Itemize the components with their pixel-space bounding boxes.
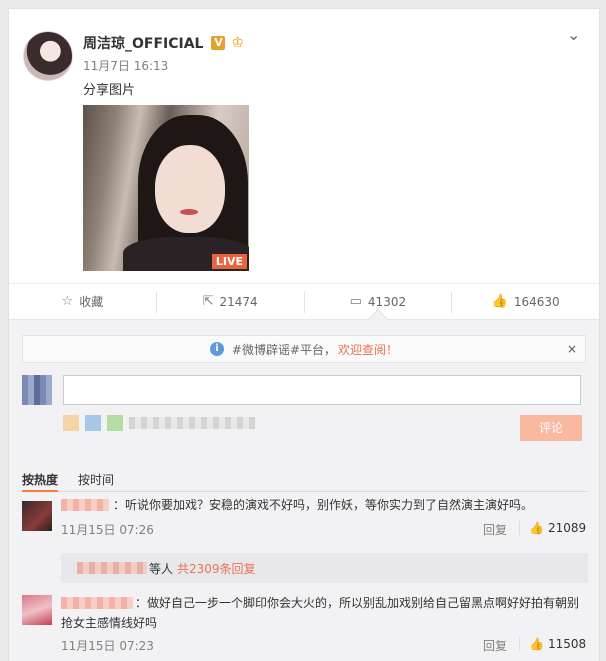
comment-time: 11月15日 07:23 [61,639,154,653]
author-name-row: 周洁琼_OFFICIAL V ♔ [83,33,244,53]
sub-reply-suffix: 等人 [149,561,174,576]
emoji-icon[interactable] [63,415,79,431]
tab-sort-time[interactable]: 按时间 [78,471,114,488]
comment-time: 11月15日 07:26 [61,523,154,537]
submit-comment-button[interactable]: 评论 [520,415,582,441]
favorite-button[interactable]: ☆ 收藏 [9,290,157,313]
weibo-post-card: 周洁琼_OFFICIAL V ♔ ⌄ 11月7日 16:13 分享图片 LIVE… [8,8,600,661]
verified-v-icon: V [211,36,226,50]
topic-icon[interactable] [107,415,123,431]
comment-sort-tabs: 按热度 按时间 [22,471,114,488]
repost-button[interactable]: ⇱ 21474 [157,290,305,313]
comment-text: ：做好自己一步一个脚印你会大火的，所以别乱加戏别给自己留黑点啊好好拍有朝别 [135,596,580,610]
close-icon[interactable]: × [567,342,577,356]
comment-like-button[interactable]: 👍 11508 [529,637,586,651]
tab-sort-hot[interactable]: 按热度 [22,471,58,488]
like-button[interactable]: 👍 164630 [452,291,599,313]
comment-avatar[interactable] [22,595,52,625]
rumor-notice-bar: i #微博辟谣#平台， 欢迎查阅！ × [22,335,586,363]
comment-count: 41302 [367,294,407,309]
comment-reply-button[interactable]: 回复 [483,521,507,538]
thumbs-up-icon: 👍 [529,637,544,651]
info-icon: i [209,342,224,356]
comment-text-continued: 抢女主感情线好吗 [61,616,158,630]
sub-reply-summary: 等人 共2309条回复 [61,553,588,583]
comment-text: ：听说你要加戏？安稳的演戏不好吗，别作妖，等你实力到了自然演主演好吗。 [113,498,534,512]
favorite-label: 收藏 [79,295,104,309]
notice-link[interactable]: 欢迎查阅！ [338,341,398,358]
chevron-down-icon[interactable]: ⌄ [567,25,580,44]
post-photo[interactable]: LIVE [83,105,249,271]
author-name[interactable]: 周洁琼_OFFICIAL [83,33,203,53]
post-time[interactable]: 11月7日 16:13 [83,57,168,74]
comment-author[interactable] [61,597,133,609]
thumbs-up-icon: 👍 [491,294,508,309]
live-badge: LIVE [211,254,247,269]
active-tab-indicator [22,490,58,492]
action-bar: ☆ 收藏 ⇱ 21474 ▭ 41302 👍 164630 [9,283,599,319]
comment-like-button[interactable]: 👍 21089 [529,521,586,535]
my-avatar [22,375,52,405]
notice-text: #微博辟谣#平台， [231,342,337,357]
image-icon[interactable] [85,415,101,431]
sub-reply-authors[interactable] [77,562,147,574]
comment-divider [519,637,520,651]
comment-avatar[interactable] [22,501,52,531]
thumbs-up-icon: 👍 [529,521,544,535]
like-count: 164630 [513,294,560,309]
comment-reply-button[interactable]: 回复 [483,637,507,654]
repost-count: 21474 [219,294,258,309]
photo-lips [180,209,198,215]
comment-divider [519,521,520,535]
comment-input[interactable] [63,375,581,405]
sub-reply-link[interactable]: 共2309条回复 [177,560,256,577]
post-text: 分享图片 [83,83,136,98]
author-avatar[interactable] [23,31,73,81]
sort-divider [22,491,588,492]
comment-like-count: 11508 [547,637,587,651]
share-icon: ⇱ [202,294,214,309]
star-icon: ☆ [61,294,74,309]
repost-option[interactable] [129,417,255,429]
photo-face [155,145,225,233]
composer-tools [63,415,255,431]
member-crown-icon: ♔ [231,35,245,51]
comment-author[interactable] [61,499,109,511]
comment-icon: ▭ [349,294,362,309]
comment-like-count: 21089 [547,521,587,535]
